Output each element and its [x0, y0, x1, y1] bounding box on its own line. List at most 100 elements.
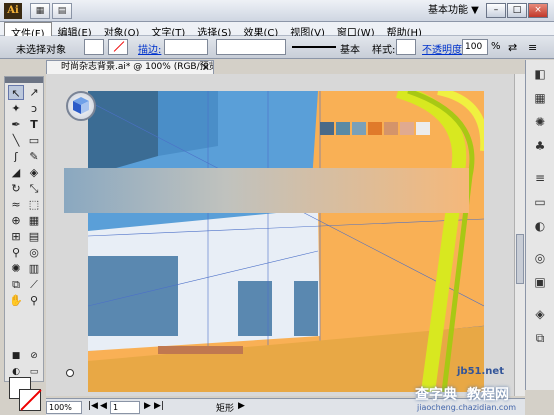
- color-panel-icon[interactable]: ◧: [532, 66, 548, 82]
- color-swatch-7: [416, 122, 430, 135]
- building-face: [158, 91, 218, 156]
- close-document-icon[interactable]: ×: [202, 61, 210, 74]
- window-right: [294, 281, 318, 336]
- arrange-documents-button[interactable]: ▤: [52, 3, 72, 19]
- stroke-color-picker[interactable]: [108, 39, 128, 55]
- eraser-tool-icon[interactable]: ◈: [26, 165, 42, 180]
- selection-status: 未选择对象: [16, 45, 66, 56]
- next-artboard-icon[interactable]: ▶: [144, 401, 151, 411]
- status-menu-icon[interactable]: ▶: [238, 401, 245, 411]
- panel-menu-icon[interactable]: ≡: [528, 41, 537, 54]
- fill-color-picker[interactable]: [84, 39, 104, 55]
- artboard-tool-icon[interactable]: ⧉: [8, 277, 24, 292]
- scrollbar-thumb[interactable]: [516, 234, 524, 284]
- rotate-tool-icon[interactable]: ↻: [8, 181, 24, 196]
- document-tab[interactable]: 时尚杂志背景.ai* @ 100% (RGB/预览) ×: [46, 60, 214, 74]
- layers-panel-icon[interactable]: ◈: [532, 306, 548, 322]
- color-swatch-5: [384, 122, 398, 135]
- direct-selection-tool-icon[interactable]: ↗: [26, 85, 42, 100]
- stroke-weight-input[interactable]: [164, 39, 208, 55]
- workspace-label: 基本功能: [428, 5, 468, 16]
- appearance-panel-icon[interactable]: ◎: [532, 250, 548, 266]
- first-artboard-icon[interactable]: |◀: [88, 401, 98, 411]
- color-swatch-6: [400, 122, 414, 135]
- brush-stroke-preview: [292, 46, 336, 48]
- cube-icon: [73, 97, 89, 114]
- column-graph-tool-icon[interactable]: ▥: [26, 261, 42, 276]
- shape-builder-tool-icon[interactable]: ⊕: [8, 213, 24, 228]
- scale-tool-icon[interactable]: ⤡: [26, 181, 42, 196]
- no-stroke-icon: [113, 41, 125, 52]
- zoom-level-select[interactable]: 100%: [46, 401, 82, 414]
- color-swatch-1: [320, 122, 334, 135]
- artboard-number-select[interactable]: 1: [110, 401, 140, 414]
- mesh-tool-icon[interactable]: ⊞: [8, 229, 24, 244]
- artboard[interactable]: [88, 91, 484, 392]
- warp-tool-icon[interactable]: ≈: [8, 197, 24, 212]
- tools-panel: ↖ ↗ ✦ ↄ ✒ T ╲ ▭ ʃ ✎ ◢ ◈ ↻ ⤡ ≈ ⬚ ⊕ ▦ ⊞ ▤ …: [4, 76, 44, 411]
- symbol-sprayer-tool-icon[interactable]: ✺: [8, 261, 24, 276]
- last-artboard-icon[interactable]: ▶|: [154, 401, 164, 411]
- eyedropper-tool-icon[interactable]: ⚲: [8, 245, 24, 260]
- current-tool-name[interactable]: 矩形: [216, 401, 234, 414]
- maximize-button[interactable]: □: [507, 3, 527, 18]
- ground-ledge: [158, 346, 243, 354]
- color-mode-icon[interactable]: ■: [8, 349, 24, 364]
- line-tool-icon[interactable]: ╲: [8, 133, 24, 148]
- stroke-panel-icon[interactable]: ≡: [532, 170, 548, 186]
- transparency-panel-icon[interactable]: ◐: [532, 218, 548, 234]
- rectangle-tool-icon[interactable]: ▭: [26, 133, 42, 148]
- variable-width-profile[interactable]: [216, 39, 286, 55]
- opacity-input[interactable]: 100: [462, 39, 488, 55]
- document-tab-title: 时尚杂志背景.ai* @ 100% (RGB/预览): [61, 62, 214, 72]
- perspective-grid-tool-icon[interactable]: ▦: [26, 213, 42, 228]
- bridge-button[interactable]: ▦: [30, 3, 50, 19]
- brushes-panel-icon[interactable]: ✺: [532, 114, 548, 130]
- canvas-area[interactable]: [46, 74, 514, 396]
- control-bar: 未选择对象 描边: 基本 样式: 不透明度: 100 % ⇄ ≡: [0, 36, 554, 59]
- gradient-overlay[interactable]: [64, 168, 469, 213]
- close-button[interactable]: ×: [528, 3, 548, 18]
- vertical-scrollbar[interactable]: [514, 74, 525, 396]
- perspective-plane-widget[interactable]: [66, 91, 96, 121]
- brush-definition[interactable]: 基本: [340, 41, 360, 56]
- selection-tool-icon[interactable]: ↖: [8, 85, 24, 100]
- previous-artboard-icon[interactable]: ◀: [100, 401, 107, 411]
- paintbrush-tool-icon[interactable]: ʃ: [8, 149, 24, 164]
- minimize-button[interactable]: –: [486, 3, 506, 18]
- lasso-tool-icon[interactable]: ↄ: [26, 101, 42, 116]
- workspace-switcher[interactable]: 基本功能 ▼: [428, 3, 482, 19]
- swatches-panel-icon[interactable]: ▦: [532, 90, 548, 106]
- none-mode-icon[interactable]: ⊘: [26, 349, 42, 364]
- pencil-tool-icon[interactable]: ✎: [26, 149, 42, 164]
- opacity-link[interactable]: 不透明度:: [422, 41, 465, 56]
- menu-bar: Ai ▦ ▤ 基本功能 ▼ – □ ×: [0, 0, 554, 22]
- blob-brush-tool-icon[interactable]: ◢: [8, 165, 24, 180]
- transform-icon[interactable]: ⇄: [508, 41, 517, 54]
- window-large: [88, 256, 178, 336]
- blend-tool-icon[interactable]: ◎: [26, 245, 42, 260]
- draw-mode-icon[interactable]: ◐: [8, 365, 24, 380]
- stroke-swatch[interactable]: [19, 389, 41, 411]
- artboards-panel-icon[interactable]: ⧉: [532, 330, 548, 346]
- gradient-panel-icon[interactable]: ▭: [532, 194, 548, 210]
- tools-panel-header[interactable]: [5, 77, 43, 83]
- color-swatch-3: [352, 122, 366, 135]
- free-transform-tool-icon[interactable]: ⬚: [26, 197, 42, 212]
- ground-level-handle[interactable]: [66, 369, 74, 377]
- type-tool-icon[interactable]: T: [26, 117, 42, 132]
- magic-wand-tool-icon[interactable]: ✦: [8, 101, 24, 116]
- screen-mode-icon[interactable]: ▭: [26, 365, 42, 380]
- zoom-tool-icon[interactable]: ⚲: [26, 293, 42, 308]
- window-middle: [238, 281, 272, 336]
- symbols-panel-icon[interactable]: ♣: [532, 138, 548, 154]
- color-swatch-2: [336, 122, 350, 135]
- gradient-tool-icon[interactable]: ▤: [26, 229, 42, 244]
- graphic-styles-panel-icon[interactable]: ▣: [532, 274, 548, 290]
- graphic-style-picker[interactable]: [396, 39, 416, 55]
- pen-tool-icon[interactable]: ✒: [8, 117, 24, 132]
- style-label: 样式:: [372, 45, 396, 56]
- hand-tool-icon[interactable]: ✋: [8, 293, 24, 308]
- slice-tool-icon[interactable]: ⟋: [26, 277, 42, 292]
- stroke-link[interactable]: 描边:: [138, 41, 161, 56]
